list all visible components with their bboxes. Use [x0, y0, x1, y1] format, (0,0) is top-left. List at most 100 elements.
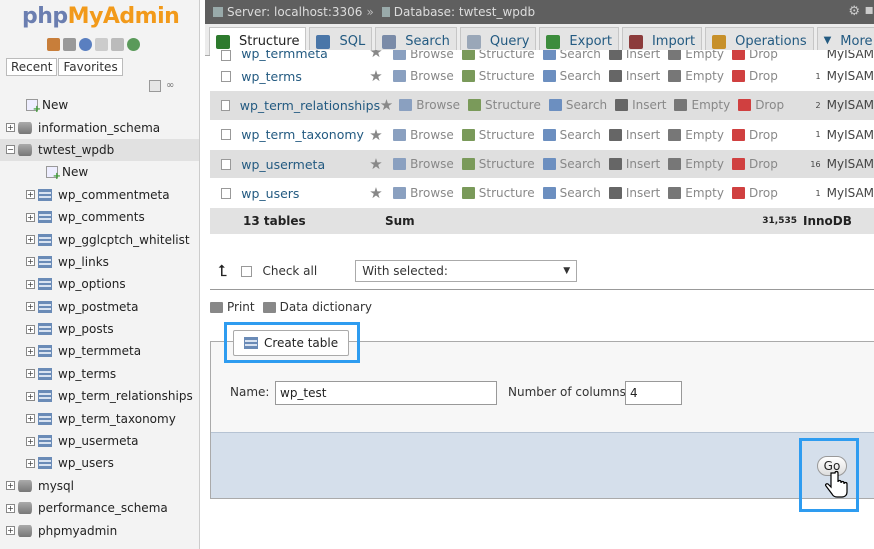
sidebar-database-item[interactable]: + phpmyadmin	[0, 519, 199, 541]
sidebar-table-item[interactable]: + wp_gglcptch_whitelist	[0, 228, 199, 250]
close-icon[interactable]: ▪	[865, 2, 874, 18]
insert-action[interactable]: Insert	[608, 69, 660, 83]
sidebar-database-item[interactable]: + mysql	[0, 475, 199, 497]
expand-icon[interactable]: +	[6, 123, 15, 133]
expand-icon[interactable]: +	[6, 503, 15, 513]
favorites-tab[interactable]: Favorites	[58, 58, 123, 76]
sidebar-database-item[interactable]: + performance_schema	[0, 497, 199, 519]
insert-action[interactable]: Insert	[608, 186, 660, 200]
favorite-star-icon[interactable]: ★	[369, 184, 393, 202]
expand-icon[interactable]: +	[26, 458, 35, 468]
search-action[interactable]: Search	[548, 98, 607, 112]
sidebar-table-item[interactable]: + wp_term_relationships	[0, 385, 199, 407]
collapse-all-icon[interactable]	[149, 80, 161, 92]
row-checkbox[interactable]	[221, 129, 232, 141]
insert-action[interactable]: Insert	[608, 157, 660, 171]
sidebar-table-item[interactable]: + wp_postmeta	[0, 296, 199, 318]
sidebar-table-item[interactable]: + wp_term_taxonomy	[0, 407, 199, 429]
browse-action[interactable]: Browse	[393, 69, 454, 83]
structure-action[interactable]: Structure	[461, 50, 535, 61]
home-icon[interactable]	[47, 38, 60, 51]
sidebar-table-item[interactable]: + wp_usermeta	[0, 430, 199, 452]
link-with-main-icon[interactable]: ∞	[166, 80, 180, 92]
browse-action[interactable]: Browse	[393, 128, 454, 142]
print-link[interactable]: Print	[227, 300, 255, 314]
expand-icon[interactable]: +	[26, 279, 35, 289]
favorite-star-icon[interactable]: ★	[380, 96, 400, 114]
gear-icon[interactable]: ⚙	[848, 4, 860, 19]
search-action[interactable]: Search	[542, 128, 601, 142]
insert-action[interactable]: Insert	[608, 50, 660, 61]
drop-action[interactable]: Drop	[731, 69, 778, 83]
table-name-link[interactable]: wp_users	[241, 186, 369, 201]
drop-action[interactable]: Drop	[731, 157, 778, 171]
browse-action[interactable]: Browse	[393, 186, 454, 200]
empty-action[interactable]: Empty	[668, 50, 724, 61]
sidebar-table-item[interactable]: + wp_links	[0, 251, 199, 273]
check-all-checkbox[interactable]	[241, 265, 253, 277]
breadcrumb-server[interactable]: Server: localhost:3306	[227, 5, 362, 19]
drop-action[interactable]: Drop	[731, 186, 778, 200]
empty-action[interactable]: Empty	[674, 98, 730, 112]
insert-action[interactable]: Insert	[608, 128, 660, 142]
structure-action[interactable]: Structure	[461, 128, 535, 142]
sidebar-table-item[interactable]: + wp_posts	[0, 318, 199, 340]
expand-icon[interactable]: +	[6, 526, 15, 536]
favorite-star-icon[interactable]: ★	[369, 67, 393, 85]
drop-action[interactable]: Drop	[731, 50, 778, 61]
expand-icon[interactable]: +	[6, 481, 15, 491]
sidebar-table-item[interactable]: + wp_termmeta	[0, 340, 199, 362]
help-icon[interactable]	[79, 38, 92, 51]
expand-icon[interactable]: +	[26, 324, 35, 334]
empty-action[interactable]: Empty	[668, 128, 724, 142]
sidebar-table-item[interactable]: + wp_options	[0, 273, 199, 295]
table-name-link[interactable]: wp_termmeta	[241, 50, 369, 61]
search-action[interactable]: Search	[542, 69, 601, 83]
expand-icon[interactable]: +	[26, 414, 35, 424]
drop-action[interactable]: Drop	[738, 98, 784, 112]
sidebar-database-item[interactable]: + information_schema	[0, 116, 199, 138]
browse-action[interactable]: Browse	[393, 50, 454, 61]
row-checkbox[interactable]	[221, 70, 232, 82]
docs-icon[interactable]	[95, 38, 108, 51]
reload-icon[interactable]	[127, 38, 140, 51]
logout-icon[interactable]	[63, 38, 76, 51]
empty-action[interactable]: Empty	[668, 69, 724, 83]
insert-action[interactable]: Insert	[615, 98, 666, 112]
table-name-link[interactable]: wp_terms	[241, 69, 369, 84]
empty-action[interactable]: Empty	[668, 157, 724, 171]
browse-action[interactable]: Browse	[393, 157, 454, 171]
structure-action[interactable]: Structure	[461, 157, 535, 171]
sidebar-new-item[interactable]: New	[0, 94, 199, 116]
expand-icon[interactable]: +	[26, 257, 35, 267]
row-checkbox[interactable]	[221, 158, 232, 170]
breadcrumb-database[interactable]: Database: twtest_wpdb	[394, 5, 535, 19]
expand-icon[interactable]: +	[26, 235, 35, 245]
row-checkbox[interactable]	[221, 187, 232, 199]
row-checkbox[interactable]	[221, 99, 230, 111]
with-selected-select[interactable]: With selected: ▼	[355, 260, 578, 282]
phpmyadmin-logo[interactable]: phpMyAdmin	[22, 4, 180, 29]
sidebar-new-item[interactable]: New	[0, 161, 199, 183]
sidebar-table-item[interactable]: + wp_commentmeta	[0, 184, 199, 206]
expand-icon[interactable]: −	[6, 145, 15, 155]
drop-action[interactable]: Drop	[731, 128, 778, 142]
table-name-link[interactable]: wp_term_taxonomy	[241, 127, 369, 142]
search-action[interactable]: Search	[542, 50, 601, 61]
favorite-star-icon[interactable]: ★	[369, 126, 393, 144]
data-dictionary-link[interactable]: Data dictionary	[280, 300, 372, 314]
table-name-input[interactable]	[275, 381, 497, 405]
expand-icon[interactable]: +	[26, 391, 35, 401]
search-action[interactable]: Search	[542, 186, 601, 200]
expand-icon[interactable]: +	[26, 436, 35, 446]
browse-action[interactable]: Browse	[399, 98, 460, 112]
sidebar-database-item[interactable]: − twtest_wpdb	[0, 138, 199, 162]
sidebar-table-item[interactable]: + wp_users	[0, 452, 199, 474]
structure-action[interactable]: Structure	[461, 186, 535, 200]
expand-icon[interactable]: +	[26, 369, 35, 379]
sidebar-table-item[interactable]: + wp_terms	[0, 363, 199, 385]
row-checkbox[interactable]	[221, 50, 232, 61]
expand-icon[interactable]: +	[26, 302, 35, 312]
structure-action[interactable]: Structure	[468, 98, 541, 112]
search-action[interactable]: Search	[542, 157, 601, 171]
